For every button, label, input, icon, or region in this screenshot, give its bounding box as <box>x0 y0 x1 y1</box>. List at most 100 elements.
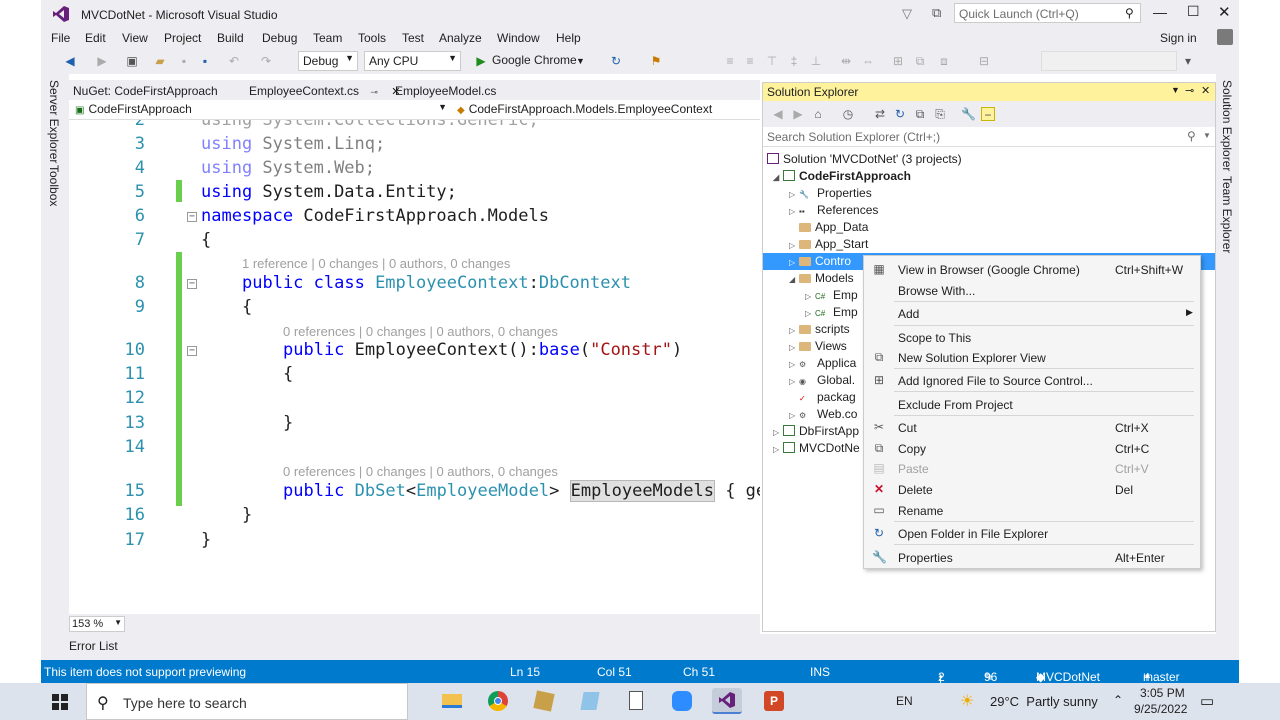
collapsed-arrow-icon[interactable]: ▷ <box>773 424 783 441</box>
target-select[interactable] <box>1041 51 1177 71</box>
menu-item-delete[interactable]: ✕ Delete Del <box>864 479 1200 500</box>
collapsed-arrow-icon[interactable]: ▷ <box>773 441 783 458</box>
tab-team-explorer[interactable]: Team Explorer <box>1220 176 1234 253</box>
nav-member-select[interactable]: ◆ CodeFirstApproach.Models.EmployeeContex… <box>453 101 753 118</box>
tree-item-scripts[interactable]: ▷ scripts <box>789 321 850 338</box>
menu-item-cut[interactable]: ✂ Cut Ctrl+X <box>864 417 1200 438</box>
tab-nuget[interactable]: NuGet: CodeFirstApproach <box>69 80 222 102</box>
chevron-down-icon[interactable]: ▼ <box>1203 131 1211 140</box>
menu-view[interactable]: View <box>122 31 148 45</box>
zoom-app-icon[interactable] <box>668 688 696 714</box>
tree-item-mvcdotnet-project[interactable]: ▷ MVCDotNe <box>773 440 860 457</box>
feedback-icon[interactable]: ⧉ <box>932 5 941 21</box>
menu-debug[interactable]: Debug <box>262 31 297 45</box>
tree-item-global-asax[interactable]: ▷ ◉ Global. <box>789 372 855 389</box>
sql-tool-icon[interactable] <box>530 688 558 714</box>
expanded-arrow-icon[interactable]: ◢ <box>773 169 783 186</box>
notepad-icon[interactable] <box>576 688 604 714</box>
collapsed-arrow-icon[interactable]: ▷ <box>789 203 799 220</box>
tab-toolbox[interactable]: Toolbox <box>47 165 61 206</box>
tree-item-codefirst-project[interactable]: ◢ CodeFirstApproach <box>773 168 911 185</box>
language-indicator[interactable]: EN <box>896 694 913 708</box>
expanded-arrow-icon[interactable]: ◢ <box>789 271 799 288</box>
refresh-icon[interactable]: ↻ <box>893 107 907 121</box>
tab-server-explorer[interactable]: Server Explorer <box>47 80 61 163</box>
code-area[interactable]: 2 using System.Collections.Generic; 3 us… <box>69 120 760 614</box>
new-project-icon[interactable]: ▣ <box>125 54 139 68</box>
preview-icon[interactable]: − <box>981 107 995 122</box>
dropdown-icon[interactable]: ▼ <box>1171 85 1180 95</box>
tree-item-web-config[interactable]: ▷ ⚙ Web.co <box>789 406 857 423</box>
order-icon[interactable]: ⧉ <box>913 54 927 68</box>
tree-item-dbfirst-project[interactable]: ▷ DbFirstApp <box>773 423 859 440</box>
close-icon[interactable]: ✕ <box>1201 84 1210 97</box>
collapsed-arrow-icon[interactable]: ▷ <box>789 237 799 254</box>
collapsed-arrow-icon[interactable]: ▷ <box>789 254 799 271</box>
run-target-button[interactable]: Google Chrome <box>492 53 577 67</box>
tree-item-properties[interactable]: ▷ 🔧 Properties <box>789 185 872 202</box>
notification-icon[interactable]: ▭ <box>1200 692 1214 710</box>
taskbar-search-box[interactable]: ⚲ Type here to search <box>86 683 408 720</box>
collapsed-arrow-icon[interactable]: ▷ <box>805 305 815 322</box>
menu-help[interactable]: Help <box>556 31 581 45</box>
toolbar-overflow-icon[interactable]: ▾ <box>1181 54 1195 68</box>
play-icon[interactable]: ▶ <box>474 54 488 68</box>
codelens-class[interactable]: 1 reference | 0 changes | 0 authors, 0 c… <box>242 256 510 271</box>
tree-item-employee-model[interactable]: ▷ C# Emp <box>805 304 858 321</box>
platform-select[interactable]: Any CPU ▼ <box>364 51 461 71</box>
menu-test[interactable]: Test <box>402 31 424 45</box>
tree-item-app-start[interactable]: ▷ App_Start <box>789 236 868 253</box>
file-explorer-icon[interactable] <box>438 688 466 714</box>
tree-item-packages-config[interactable]: ✓ packag <box>799 389 856 406</box>
collapsed-arrow-icon[interactable]: ▷ <box>789 186 799 203</box>
browser-link-icon[interactable]: ⚑ <box>649 54 663 68</box>
tab-error-list[interactable]: Error List <box>69 639 118 653</box>
nav-project-select[interactable]: ▣ CodeFirstApproach ▼ <box>71 101 449 118</box>
codelens-constructor[interactable]: 0 references | 0 changes | 0 authors, 0 … <box>283 324 558 339</box>
tab-solution-explorer[interactable]: Solution Explorer <box>1220 80 1234 171</box>
clock-time[interactable]: 3:05 PM <box>1140 686 1185 700</box>
menu-edit[interactable]: Edit <box>85 31 106 45</box>
collapsed-arrow-icon[interactable]: ▷ <box>805 288 815 305</box>
collapsed-arrow-icon[interactable]: ▷ <box>789 322 799 339</box>
open-icon[interactable]: ▰ <box>153 54 167 68</box>
visual-studio-taskbar-icon[interactable] <box>712 688 742 714</box>
collapsed-arrow-icon[interactable]: ▷ <box>789 339 799 356</box>
show-all-files-icon[interactable]: ⎘ <box>933 107 947 121</box>
close-button[interactable]: ✕ <box>1218 3 1231 21</box>
menu-item-browse-with[interactable]: Browse With... <box>864 280 1200 301</box>
menu-analyze[interactable]: Analyze <box>439 31 482 45</box>
tab-employee-model[interactable]: EmployeeModel.cs <box>391 80 500 102</box>
chrome-icon[interactable] <box>484 688 512 714</box>
back-icon[interactable]: ◀ <box>63 54 77 68</box>
menu-item-view-in-browser[interactable]: ▦ View in Browser (Google Chrome) Ctrl+Shi… <box>864 259 1200 280</box>
properties-icon[interactable]: 🔧 <box>961 107 976 121</box>
tree-item-app-data[interactable]: App_Data <box>799 219 868 236</box>
weather-text[interactable]: 29°C Partly sunny <box>990 694 1098 709</box>
collapsed-arrow-icon[interactable]: ▷ <box>789 407 799 424</box>
codelens-property[interactable]: 0 references | 0 changes | 0 authors, 0 … <box>283 464 558 479</box>
menu-item-copy[interactable]: ⧉ Copy Ctrl+C <box>864 438 1200 459</box>
align-center-icon[interactable]: ≡ <box>743 54 757 68</box>
home-icon[interactable]: ⌂ <box>811 107 825 121</box>
sync-icon[interactable]: ⇄ <box>873 107 887 121</box>
menu-item-add[interactable]: Add ▶ <box>864 303 1200 324</box>
minimize-button[interactable]: — <box>1153 4 1167 20</box>
sign-in-link[interactable]: Sign in <box>1160 31 1197 45</box>
powerpoint-icon[interactable]: P <box>760 688 788 714</box>
document-icon[interactable] <box>622 688 650 714</box>
filter-icon[interactable]: ▽ <box>902 6 912 22</box>
align-middle-icon[interactable]: ‡ <box>787 54 801 68</box>
menu-item-new-solution-view[interactable]: ⧉ New Solution Explorer View <box>864 347 1200 368</box>
align-top-icon[interactable]: ⊤ <box>765 54 779 68</box>
pin-icon[interactable]: ⊸ <box>1185 84 1194 97</box>
align-bottom-icon[interactable]: ⊥ <box>809 54 823 68</box>
align-left-icon[interactable]: ≡ <box>723 54 737 68</box>
menu-build[interactable]: Build <box>217 31 244 45</box>
format-icon[interactable]: ⧈ <box>937 54 951 68</box>
tree-item-application-insights[interactable]: ▷ ⚙ Applica <box>789 355 856 372</box>
account-icon[interactable] <box>1217 29 1233 45</box>
zoom-select[interactable]: 153 % ▼ <box>69 616 125 632</box>
tab-employee-context[interactable]: EmployeeContext.cs ⊸ ✕ <box>245 80 405 102</box>
menu-item-add-ignored-file[interactable]: ⊞ Add Ignored File to Source Control... <box>864 370 1200 391</box>
